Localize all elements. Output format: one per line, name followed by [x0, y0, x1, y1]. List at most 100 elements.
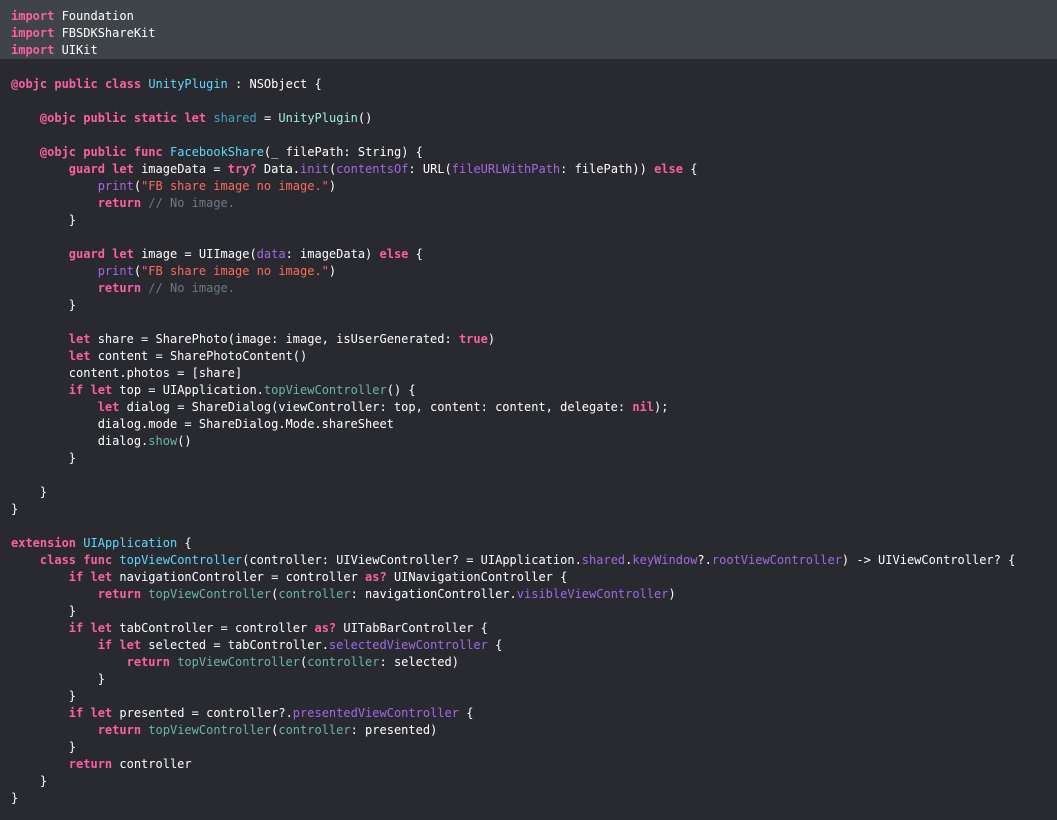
code-token: } [11, 604, 76, 618]
code-line[interactable]: import FBSDKShareKit [0, 25, 1057, 42]
code-token: func [134, 145, 163, 159]
code-line[interactable] [0, 518, 1057, 535]
code-token: let [119, 638, 141, 652]
code-token: // No image. [148, 196, 235, 210]
code-line[interactable] [0, 467, 1057, 484]
code-token: shared [582, 553, 625, 567]
code-token [11, 621, 69, 635]
code-line[interactable]: import Foundation [0, 0, 1057, 25]
code-token: ) [329, 179, 336, 193]
code-token: FacebookShare [170, 145, 264, 159]
code-line[interactable]: } [0, 790, 1057, 807]
code-line[interactable]: return // No image. [0, 195, 1057, 212]
code-token: image = UIImage( [134, 247, 257, 261]
code-token: controller [278, 587, 350, 601]
code-line[interactable]: let dialog = ShareDialog(viewController:… [0, 399, 1057, 416]
code-line[interactable]: return // No image. [0, 280, 1057, 297]
code-line[interactable] [0, 127, 1057, 144]
code-line[interactable]: content.photos = [share] [0, 365, 1057, 382]
code-token: else [654, 162, 683, 176]
code-token: } [11, 485, 47, 499]
code-line[interactable]: return topViewController(controller: sel… [0, 654, 1057, 671]
code-token: tabController = controller [112, 621, 314, 635]
code-line[interactable]: } [0, 297, 1057, 314]
code-token: fileURLWithPath [452, 162, 560, 176]
code-line[interactable]: class func topViewController(controller:… [0, 552, 1057, 569]
code-token: init [300, 162, 329, 176]
code-token: let [69, 332, 91, 346]
code-token: return [69, 757, 112, 771]
code-token: (controller: UIViewController? = UIAppli… [242, 553, 582, 567]
code-line[interactable]: } [0, 603, 1057, 620]
code-token: guard [69, 247, 105, 261]
code-line[interactable] [0, 59, 1057, 76]
code-line[interactable]: extension UIApplication { [0, 535, 1057, 552]
code-line[interactable]: @objc public class UnityPlugin : NSObjec… [0, 76, 1057, 93]
code-token [11, 332, 69, 346]
code-token: class [40, 553, 76, 567]
code-line[interactable]: return topViewController(controller: pre… [0, 722, 1057, 739]
code-token: else [380, 247, 409, 261]
code-token: static [134, 111, 177, 125]
code-token: return [127, 655, 170, 669]
code-line[interactable]: if let navigationController = controller… [0, 569, 1057, 586]
code-line[interactable]: } [0, 688, 1057, 705]
code-token: topViewController [148, 587, 271, 601]
code-token: topViewController [119, 553, 242, 567]
code-line[interactable]: if let top = UIApplication.topViewContro… [0, 382, 1057, 399]
code-token: controller [112, 757, 191, 771]
code-line[interactable]: } [0, 450, 1057, 467]
code-token: : URL( [408, 162, 451, 176]
code-line[interactable] [0, 314, 1057, 331]
code-line[interactable]: } [0, 212, 1057, 229]
code-line[interactable]: let share = SharePhoto(image: image, isU… [0, 331, 1057, 348]
code-token: import [11, 43, 54, 57]
code-line[interactable]: } [0, 671, 1057, 688]
code-line[interactable]: return controller [0, 756, 1057, 773]
code-token: as? [365, 570, 387, 584]
code-line[interactable]: print("FB share image no image.") [0, 178, 1057, 195]
code-token [11, 196, 98, 210]
code-line[interactable]: dialog.show() [0, 433, 1057, 450]
code-line[interactable]: } [0, 739, 1057, 756]
code-line[interactable]: } [0, 501, 1057, 518]
code-token: shared [213, 111, 256, 125]
code-token: ) [488, 332, 495, 346]
code-line[interactable]: if let tabController = controller as? UI… [0, 620, 1057, 637]
code-editor[interactable]: { "editor": { "language": "swift", "colo… [0, 0, 1057, 820]
code-token [11, 383, 69, 397]
code-token: { [177, 536, 191, 550]
code-line[interactable] [0, 229, 1057, 246]
code-token: UITabBarController { [336, 621, 488, 635]
code-token: UnityPlugin [148, 77, 227, 91]
code-token: if [69, 621, 83, 635]
code-line[interactable]: guard let image = UIImage(data: imageDat… [0, 246, 1057, 263]
code-line[interactable]: } [0, 773, 1057, 790]
code-token: UINavigationController { [387, 570, 568, 584]
code-token: dialog.mode = ShareDialog.Mode.shareShee… [11, 417, 394, 431]
code-line[interactable]: } [0, 484, 1057, 501]
code-token: @objc [40, 111, 76, 125]
code-line[interactable] [0, 93, 1057, 110]
code-token: : navigationController. [351, 587, 517, 601]
code-line[interactable]: if let selected = tabController.selected… [0, 637, 1057, 654]
code-area[interactable]: import Foundationimport FBSDKShareKitimp… [0, 0, 1057, 820]
code-line[interactable]: return topViewController(controller: nav… [0, 586, 1057, 603]
code-token: controller [278, 723, 350, 737]
code-line[interactable]: let content = SharePhotoContent() [0, 348, 1057, 365]
code-token: content = SharePhotoContent() [90, 349, 307, 363]
code-line[interactable]: @objc public func FacebookShare(_ filePa… [0, 144, 1057, 161]
code-token: if [98, 638, 112, 652]
code-line[interactable]: if let presented = controller?.presented… [0, 705, 1057, 722]
code-line[interactable]: import UIKit [0, 42, 1057, 59]
code-token: topViewController [264, 383, 387, 397]
code-line[interactable]: dialog.mode = ShareDialog.Mode.shareShee… [0, 416, 1057, 433]
code-line[interactable]: guard let imageData = try? Data.init(con… [0, 161, 1057, 178]
code-token: let [90, 706, 112, 720]
code-line[interactable]: print("FB share image no image.") [0, 263, 1057, 280]
code-line[interactable]: @objc public static let shared = UnityPl… [0, 110, 1057, 127]
code-token [11, 757, 69, 771]
code-token: "FB share image no image." [141, 264, 329, 278]
code-token: dialog. [11, 434, 148, 448]
code-token: return [98, 196, 141, 210]
